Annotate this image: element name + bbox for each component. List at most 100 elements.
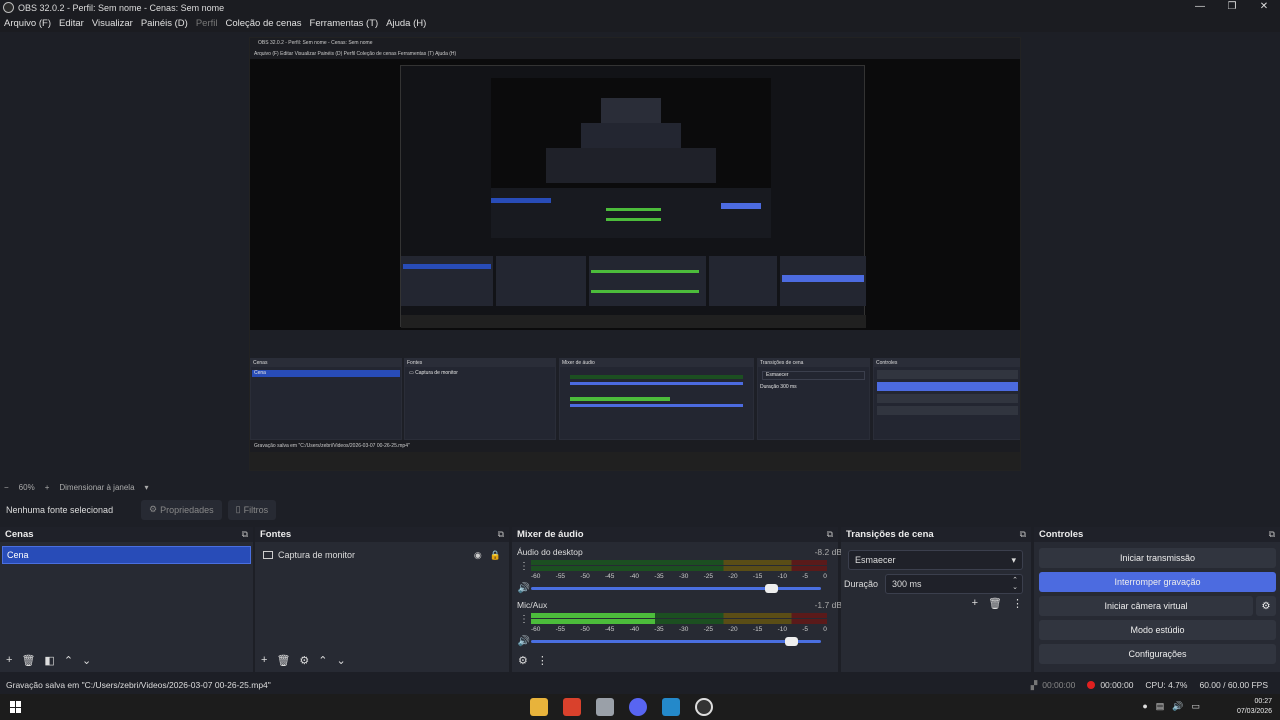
dock-title: Controles <box>1039 529 1084 540</box>
minimize-icon[interactable]: — <box>1184 0 1216 15</box>
popout-icon[interactable]: ⧉ <box>827 529 833 540</box>
filter-icon: ▯ <box>235 504 241 514</box>
transitions-dock: Transições de cena ⧉ Esmaecer ▾ Duração … <box>841 527 1031 672</box>
trash-icon[interactable]: 🗑 <box>21 654 35 667</box>
popout-icon[interactable]: ⧉ <box>1269 529 1275 540</box>
monitor-icon <box>263 551 273 559</box>
volume-slider[interactable] <box>531 584 821 593</box>
record-icon <box>1087 681 1096 689</box>
filters-button[interactable]: ▯ Filtros <box>227 499 277 520</box>
add-icon[interactable]: + <box>6 654 12 666</box>
app-icon[interactable] <box>596 698 614 716</box>
mic-icon[interactable]: ● <box>1142 701 1147 712</box>
dock-title: Transições de cena <box>846 529 934 540</box>
mixer-settings-icon[interactable]: ⚙ <box>518 654 528 667</box>
file-explorer-icon[interactable] <box>530 698 548 716</box>
channel-db: -8.2 dB <box>814 547 842 557</box>
menu-arquivo[interactable]: Arquivo (F) <box>4 18 51 29</box>
menu-colecao-de-cenas[interactable]: Coleção de cenas <box>225 18 301 29</box>
kebab-menu-icon[interactable]: ⋮ <box>1012 597 1023 610</box>
slider-knob[interactable] <box>785 637 798 646</box>
recording-status: 00:00:00 <box>1087 680 1133 690</box>
menu-paineis[interactable]: Painéis (D) <box>141 18 188 29</box>
dock-title: Fontes <box>260 529 292 540</box>
nested-sources-dock: Fontes ▭ Captura de monitor <box>404 358 556 440</box>
kebab-menu-icon[interactable]: ⋮ <box>517 561 531 572</box>
settings-button[interactable]: Configurações <box>1039 644 1276 664</box>
meter-fill <box>531 613 656 618</box>
meter-scale: -60 -55 -50 -45 -40 -35 -30 -25 -20 -15 -10 -5 0 <box>531 626 827 633</box>
popout-icon[interactable]: ⧉ <box>498 529 504 540</box>
studio-mode-button[interactable]: Modo estúdio <box>1039 620 1276 640</box>
move-down-icon[interactable]: ⌄ <box>337 654 346 667</box>
filter-icon[interactable]: ◧ <box>44 654 54 667</box>
obs-icon[interactable] <box>695 698 713 716</box>
properties-label: Propriedades <box>160 504 214 515</box>
nested-docks-graphic <box>401 256 866 328</box>
resize-mode-label[interactable]: Dimensionar à janela <box>59 483 134 492</box>
move-up-icon[interactable]: ⌃ <box>318 654 327 667</box>
discord-icon[interactable] <box>629 698 647 716</box>
add-icon[interactable]: + <box>261 654 267 666</box>
preview-canvas[interactable]: OBS 32.0.2 - Perfil: Sem nome - Cenas: S… <box>249 37 1021 471</box>
gear-icon[interactable]: ⚙ <box>299 654 309 667</box>
network-icon[interactable]: ▤ <box>1156 701 1165 712</box>
nested-screen <box>400 65 866 328</box>
fps-display: 60.00 / 60.00 FPS <box>1199 680 1268 690</box>
kebab-menu-icon[interactable]: ⋮ <box>537 654 548 667</box>
start-virtual-camera-button[interactable]: Iniciar câmera virtual <box>1039 596 1253 616</box>
popout-icon[interactable]: ⧉ <box>1020 529 1026 540</box>
nested-status: Gravação salva em "C:/Users/zebri/Videos… <box>250 440 1020 452</box>
add-icon[interactable]: + <box>972 597 978 610</box>
duration-spinbox[interactable]: 300 ms ⌃ ⌄ <box>885 574 1023 594</box>
transition-tools: + 🗑 ⋮ <box>962 597 1023 610</box>
volume-slider[interactable] <box>531 637 821 646</box>
chevron-down-icon: ▾ <box>1011 554 1016 565</box>
properties-button[interactable]: ⚙ Propriedades <box>141 499 222 520</box>
speaker-icon[interactable]: 🔊 <box>517 583 531 594</box>
volume-icon[interactable]: 🔊 <box>1172 701 1183 712</box>
zoom-in-button[interactable]: + <box>45 483 50 492</box>
gear-icon[interactable]: ⚙ <box>1256 596 1276 616</box>
dock-title: Mixer de áudio <box>517 529 584 540</box>
menu-ajuda[interactable]: Ajuda (H) <box>386 18 426 29</box>
popout-icon[interactable]: ⧉ <box>242 529 248 540</box>
scene-item[interactable]: Cena <box>2 546 251 564</box>
maximize-icon[interactable]: ❐ <box>1216 0 1248 15</box>
source-item[interactable]: Captura de monitor ◉ 🔒 <box>263 546 501 564</box>
vscode-icon[interactable] <box>662 698 680 716</box>
menu-ferramentas[interactable]: Ferramentas (T) <box>310 18 379 29</box>
gear-icon: ⚙ <box>149 504 158 514</box>
trash-icon[interactable]: 🗑 <box>276 654 290 667</box>
trash-icon[interactable]: 🗑 <box>988 597 1002 610</box>
clock[interactable]: 00:27 07/03/2026 <box>1237 697 1272 717</box>
sources-header: Fontes ⧉ <box>255 527 509 542</box>
menu-editar[interactable]: Editar <box>59 18 84 29</box>
zoom-out-button[interactable]: − <box>4 483 9 492</box>
move-up-icon[interactable]: ⌃ <box>64 654 73 667</box>
mixer-channel-mic: Mic/Aux -1.7 dB ⋮ -60 -55 -50 -45 -40 -35 -30-… <box>517 600 842 647</box>
spin-arrows-icon[interactable]: ⌃ ⌄ <box>1012 577 1018 591</box>
window-controls: — ❐ ✕ <box>1184 0 1280 15</box>
chevron-down-icon[interactable]: ▾ <box>145 483 149 492</box>
lock-icon[interactable]: 🔒 <box>490 550 501 561</box>
eye-icon[interactable]: ◉ <box>474 550 482 561</box>
speaker-icon[interactable]: 🔊 <box>517 636 531 647</box>
volume-meter <box>531 560 827 572</box>
preview-area: OBS 32.0.2 - Perfil: Sem nome - Cenas: S… <box>0 32 1280 478</box>
stop-recording-button[interactable]: Interromper gravação <box>1039 572 1276 592</box>
transition-select[interactable]: Esmaecer ▾ <box>848 550 1023 570</box>
move-down-icon[interactable]: ⌄ <box>82 654 91 667</box>
transition-value: Esmaecer <box>855 555 896 565</box>
menu-visualizar[interactable]: Visualizar <box>92 18 133 29</box>
mixer-channel-desktop: Áudio do desktop -8.2 dB ⋮ -60 -55 -50 -45-… <box>517 547 842 594</box>
brave-browser-icon[interactable] <box>563 698 581 716</box>
start-stream-button[interactable]: Iniciar transmissão <box>1039 548 1276 568</box>
slider-knob[interactable] <box>764 584 778 593</box>
windows-start-icon[interactable] <box>10 701 22 713</box>
rec-time: 00:00:00 <box>1100 680 1134 690</box>
battery-icon[interactable]: ▭ <box>1191 701 1200 712</box>
stream-status: ▞ 00:00:00 <box>1031 680 1076 691</box>
kebab-menu-icon[interactable]: ⋮ <box>517 614 531 625</box>
close-icon[interactable]: ✕ <box>1248 0 1280 15</box>
